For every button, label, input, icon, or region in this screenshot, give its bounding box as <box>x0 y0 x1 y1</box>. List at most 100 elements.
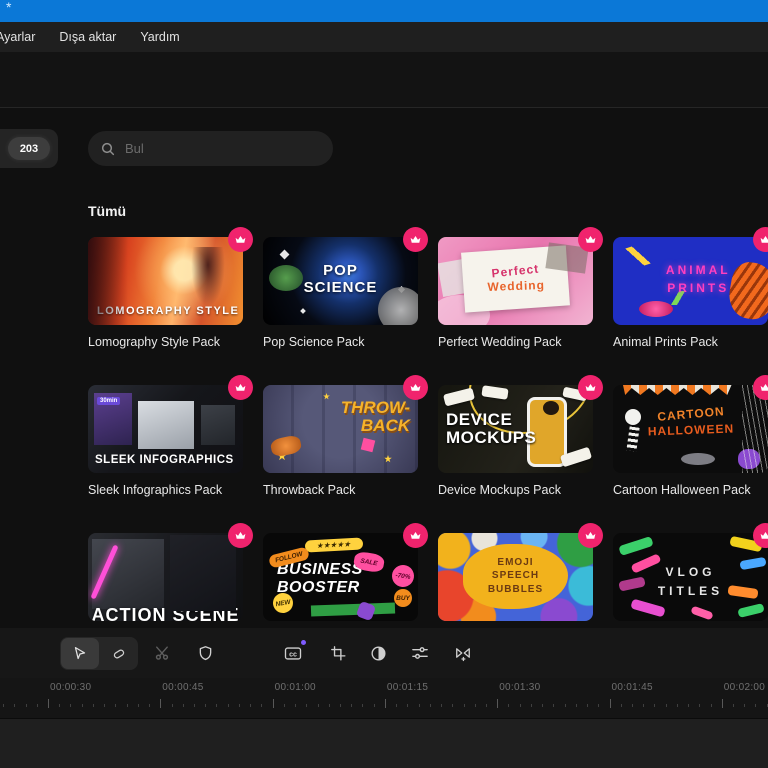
templates-panel: 203 Bul Tümü LOMOGRAPHY STYLE Lomography… <box>0 108 768 628</box>
ruler-tick <box>339 704 341 707</box>
cursor-tool-group <box>60 637 138 670</box>
template-card[interactable]: ANIMAL PRINTS Animal Prints Pack <box>613 227 768 350</box>
thumbnail-title: TITLES <box>657 584 724 599</box>
crown-icon <box>585 383 596 391</box>
template-card[interactable]: Perfect Wedding Perfect Wedding Pack <box>438 227 603 350</box>
template-card[interactable]: LOMOGRAPHY STYLE Lomography Style Pack <box>88 227 253 350</box>
ruler-tick <box>81 704 83 707</box>
template-thumbnail[interactable]: Perfect Wedding <box>438 227 603 325</box>
ruler-tick <box>508 704 510 707</box>
template-thumbnail[interactable]: BUSINESS BOOSTER ★★★★★ FOLLOW SALE -70% … <box>263 523 428 621</box>
menu-item-export[interactable]: Dışa aktar <box>47 30 128 44</box>
adjust-sliders-icon <box>412 647 428 659</box>
template-card[interactable]: BUSINESS BOOSTER ★★★★★ FOLLOW SALE -70% … <box>263 523 428 628</box>
thumbnail-title: SCIENCE <box>303 278 378 296</box>
premium-crown-badge <box>578 375 603 400</box>
crown-icon <box>235 383 246 391</box>
ruler-tick <box>115 704 117 707</box>
template-thumbnail[interactable]: VLOG TITLES <box>613 523 768 621</box>
template-thumbnail[interactable]: CARTOON HALLOWEEN <box>613 375 768 473</box>
template-thumbnail[interactable]: LOMOGRAPHY STYLE <box>88 227 253 325</box>
ruler-tick <box>250 704 252 707</box>
template-card[interactable]: VLOG TITLES <box>613 523 768 628</box>
select-cursor-button[interactable] <box>61 638 99 669</box>
premium-crown-badge <box>403 523 428 548</box>
template-caption: Device Mockups Pack <box>438 483 561 497</box>
split-button[interactable] <box>153 643 173 663</box>
template-card[interactable]: 30min SLEEK INFOGRAPHICS Sleek Infograph… <box>88 375 253 498</box>
ruler-tick <box>485 704 487 707</box>
templates-grid: LOMOGRAPHY STYLE Lomography Style Pack P… <box>88 227 768 628</box>
ruler-tick <box>575 704 577 707</box>
ruler-tick <box>699 704 701 707</box>
template-card[interactable]: THROW- BACK Throwback Pack <box>263 375 428 498</box>
timeline-ruler[interactable]: 00:00:30 00:00:45 00:01:00 00:01:15 00:01:30… <box>0 678 768 718</box>
ruler-tick <box>295 704 297 707</box>
section-title: Tümü <box>88 203 127 219</box>
premium-crown-badge <box>228 375 253 400</box>
template-card[interactable]: EMOJI SPEECH BUBBLES <box>438 523 603 628</box>
ruler-tick <box>418 704 420 707</box>
template-card[interactable]: DEVICE MOCKUPS Device Mockups Pack <box>438 375 603 498</box>
template-thumbnail[interactable]: ANIMAL PRINTS <box>613 227 768 325</box>
template-thumbnail[interactable]: EMOJI SPEECH BUBBLES <box>438 523 603 621</box>
sticker-stars: ★★★★★ <box>304 537 364 553</box>
template-thumbnail[interactable]: ACTION SCENE <box>88 523 253 621</box>
ruler-tick <box>261 704 263 707</box>
slip-tool-button[interactable] <box>100 637 138 670</box>
ruler-tick <box>317 704 319 707</box>
ruler-tick <box>564 704 566 707</box>
template-card[interactable]: CARTOON HALLOWEEN Cartoon Halloween Pack <box>613 375 768 498</box>
ruler-tick <box>497 699 499 708</box>
thumbnail-title: EMOJI <box>497 556 534 568</box>
ruler-tick <box>227 704 229 707</box>
thumbnail-title: BACK <box>360 415 410 435</box>
ruler-timestamp: 00:02:00 <box>723 682 766 693</box>
ruler-timestamp: 00:01:45 <box>611 682 653 693</box>
ruler-tick <box>149 704 151 707</box>
ruler-tick <box>25 704 27 707</box>
template-thumbnail[interactable]: 30min SLEEK INFOGRAPHICS <box>88 375 253 473</box>
crown-icon <box>760 531 768 539</box>
premium-crown-badge <box>578 523 603 548</box>
thumbnail-title: CARTOON <box>656 404 725 424</box>
template-thumbnail[interactable]: DEVICE MOCKUPS <box>438 375 603 473</box>
search-placeholder: Bul <box>125 141 144 156</box>
thumbnail-title: BOOSTER <box>277 579 360 597</box>
ruler-tick <box>283 704 285 707</box>
template-thumbnail[interactable]: POP SCIENCE <box>263 227 428 325</box>
premium-crown-badge <box>228 227 253 252</box>
captions-button[interactable]: cc <box>283 640 306 663</box>
crown-icon <box>410 235 421 243</box>
crown-icon <box>410 383 421 391</box>
template-caption: Perfect Wedding Pack <box>438 335 562 349</box>
crown-icon <box>585 235 596 243</box>
crop-button[interactable] <box>328 643 348 663</box>
contrast-icon <box>370 645 386 661</box>
templates-tab[interactable]: 203 <box>0 129 58 168</box>
ruler-tick <box>362 704 364 707</box>
thumbnail-title: HALLOWEEN <box>647 421 734 439</box>
ruler-tick <box>609 699 611 708</box>
thumbnail-title: VLOG <box>665 565 716 579</box>
mirror-button[interactable] <box>453 643 473 663</box>
premium-crown-badge <box>228 523 253 548</box>
ruler-tick <box>160 699 162 708</box>
thumbnail-title: THROW- <box>340 398 410 417</box>
workspace-top-strip <box>0 52 768 108</box>
crown-icon <box>235 531 246 539</box>
template-thumbnail[interactable]: THROW- BACK <box>263 375 428 473</box>
contrast-button[interactable] <box>368 643 388 663</box>
timeline-track-area[interactable] <box>0 718 768 768</box>
ruler-tick <box>463 704 465 707</box>
menu-item-help[interactable]: Yardım <box>128 30 191 44</box>
menu-item-settings[interactable]: Ayarlar <box>0 30 47 44</box>
ruler-tick <box>216 704 218 707</box>
adjust-button[interactable] <box>410 643 430 663</box>
template-card[interactable]: ACTION SCENE <box>88 523 253 628</box>
ruler-timestamp: 00:00:45 <box>162 682 204 693</box>
mask-button[interactable] <box>195 643 215 663</box>
search-input[interactable]: Bul <box>88 131 333 166</box>
template-card[interactable]: POP SCIENCE Pop Science Pack <box>263 227 428 350</box>
thumbnail-title: POP <box>323 262 358 279</box>
